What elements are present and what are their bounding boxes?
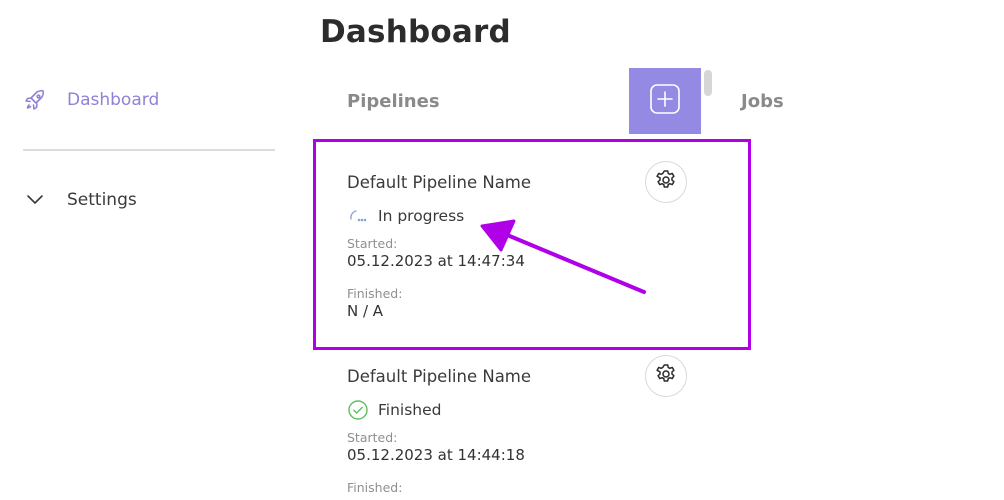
scrollbar-thumb[interactable] bbox=[704, 70, 712, 96]
gear-icon bbox=[654, 362, 678, 390]
pipeline-card[interactable]: Default Pipeline Name Finished Started: … bbox=[347, 355, 707, 495]
started-value: 05.12.2023 at 14:44:18 bbox=[347, 446, 525, 464]
add-pipeline-button[interactable] bbox=[629, 68, 701, 134]
check-circle-icon bbox=[347, 399, 369, 421]
plus-icon bbox=[649, 83, 681, 119]
rocket-icon bbox=[22, 88, 48, 112]
sidebar-item-label: Settings bbox=[67, 190, 137, 210]
sidebar-item-settings[interactable]: Settings bbox=[22, 188, 137, 212]
annotation-highlight-box bbox=[313, 139, 751, 350]
pipelines-title: Pipelines bbox=[347, 91, 440, 112]
jobs-title: Jobs bbox=[741, 91, 784, 112]
sidebar-item-label: Dashboard bbox=[67, 90, 160, 110]
sidebar-item-dashboard[interactable]: Dashboard bbox=[22, 88, 159, 112]
page-title: Dashboard bbox=[320, 14, 511, 50]
sidebar-divider bbox=[23, 149, 275, 151]
status-text: Finished bbox=[378, 401, 442, 419]
started-label: Started: bbox=[347, 430, 398, 445]
finished-label: Finished: bbox=[347, 480, 403, 495]
pipeline-settings-button[interactable] bbox=[645, 355, 687, 397]
chevron-down-icon bbox=[22, 188, 48, 212]
